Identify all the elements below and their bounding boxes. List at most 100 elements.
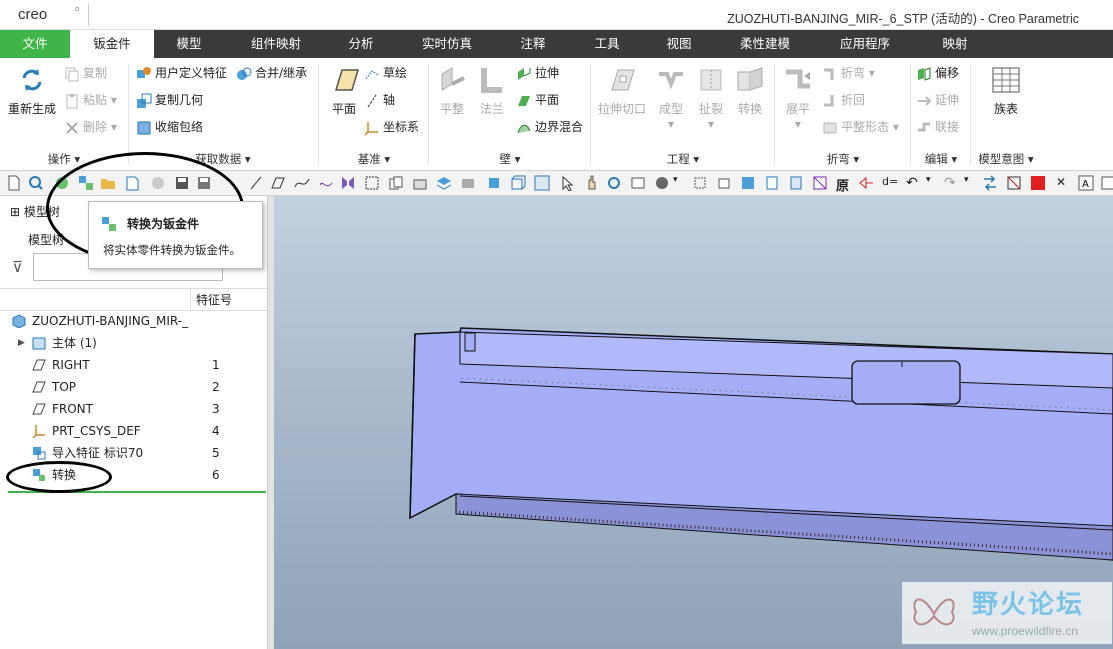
body-icon (32, 337, 46, 350)
tab-tools[interactable]: 工具 (584, 30, 630, 58)
tree-item-import[interactable]: 导入特征 标识70 5 (0, 442, 267, 464)
line-icon[interactable] (248, 175, 264, 191)
dropdown-arrow-icon[interactable]: ▾ (673, 175, 689, 191)
datum-plane-button[interactable]: 平面 (324, 64, 364, 117)
zoom-icon[interactable] (630, 175, 646, 191)
tab-analysis[interactable]: 分析 (336, 30, 386, 58)
tab-flexible-modeling[interactable]: 柔性建模 (730, 30, 800, 58)
bend-back-button[interactable]: 折回 (822, 89, 865, 111)
undo-dropdown-icon[interactable]: ▾ (926, 175, 942, 191)
tab-live-sim[interactable]: 实时仿真 (412, 30, 482, 58)
select-icon[interactable] (560, 175, 576, 191)
udf-button[interactable]: 用户定义特征 (136, 62, 227, 84)
copy-small-icon[interactable] (388, 175, 404, 191)
switch-window-icon[interactable] (982, 175, 998, 191)
join-button[interactable]: 联接 (916, 116, 959, 138)
tab-sheetmetal[interactable]: 钣金件 (70, 30, 154, 58)
pan-icon[interactable] (584, 175, 600, 191)
measure-icon[interactable] (364, 175, 380, 191)
redo-dropdown-icon[interactable]: ▾ (964, 175, 980, 191)
group-label-edit[interactable]: 编辑 ▾ (912, 151, 970, 167)
axis-button[interactable]: 轴 (364, 89, 395, 111)
parallelogram-icon[interactable] (270, 175, 286, 191)
shrinkwrap-button[interactable]: 收缩包络 (136, 116, 203, 138)
group-label-datum[interactable]: 基准 ▾ (320, 151, 428, 167)
group-label-wall[interactable]: 壁 ▾ (430, 151, 590, 167)
expand-arrow-icon[interactable]: ▶ (18, 332, 25, 354)
family-table-button[interactable]: 族表 (986, 64, 1026, 117)
spline-icon[interactable] (294, 175, 310, 191)
more-icon[interactable] (1100, 175, 1113, 191)
text-annotation-icon[interactable]: A (1078, 175, 1094, 191)
tree-item-front[interactable]: FRONT 3 (0, 398, 267, 420)
undo-icon[interactable]: ↶ (906, 175, 922, 191)
origin-text-icon[interactable]: 原 (836, 175, 852, 194)
convert-button[interactable]: 转换 (732, 64, 768, 117)
tree-item-csys[interactable]: PRT_CSYS_DEF 4 (0, 420, 267, 442)
new-file-icon[interactable] (6, 175, 22, 191)
display-style-icon[interactable] (812, 175, 828, 191)
flat-wall-button[interactable]: 平整 (434, 64, 470, 117)
hidden-line-icon[interactable] (692, 175, 708, 191)
curve-icon[interactable] (318, 175, 334, 191)
group-label-model-intent[interactable]: 模型意图 ▾ (972, 151, 1040, 167)
shade-sphere-icon[interactable] (654, 175, 670, 191)
tab-applications[interactable]: 应用程序 (830, 30, 900, 58)
cube-icon[interactable] (510, 175, 526, 191)
extend-button[interactable]: 延伸 (916, 89, 959, 111)
mirror-icon[interactable] (340, 175, 356, 191)
delete-button[interactable]: 删除 ▾ (64, 116, 117, 138)
flat-pattern-button[interactable]: 平整形态 ▾ (822, 116, 899, 138)
tree-item-body[interactable]: ▶ 主体 (1) (0, 332, 267, 354)
tab-annotate[interactable]: 注释 (510, 30, 556, 58)
regenerate-button[interactable]: 重新生成 (6, 64, 58, 117)
flange-wall-button[interactable]: 法兰 (474, 64, 510, 117)
copy-geometry-button[interactable]: 复制几何 (136, 89, 203, 111)
grid-icon[interactable] (1006, 175, 1022, 191)
extrude-cut-button[interactable]: 拉伸切口 (596, 64, 648, 117)
cube-active-icon[interactable] (534, 175, 550, 191)
color-swatch-icon[interactable] (1030, 175, 1046, 191)
rip-icon (695, 64, 727, 96)
offset-button[interactable]: 偏移 (916, 62, 959, 84)
dimension-text-icon[interactable]: d= (882, 175, 898, 191)
close-window-icon[interactable]: ✕ (1056, 175, 1072, 191)
panel-splitter[interactable] (267, 196, 274, 649)
csys-button[interactable]: 坐标系 (364, 116, 419, 138)
datum-display-icon[interactable] (858, 175, 874, 191)
rip-button[interactable]: 扯裂 ▾ (694, 64, 728, 131)
tree-item-root[interactable]: ZUOZHUTI-BANJING_MIR-_ (0, 310, 267, 332)
tree-item-right[interactable]: RIGHT 1 (0, 354, 267, 376)
sketch-view-icon[interactable] (486, 175, 502, 191)
tab-model[interactable]: 模型 (160, 30, 218, 58)
tab-component-map[interactable]: 组件映射 (240, 30, 312, 58)
sketch-button[interactable]: 草绘 (364, 62, 407, 84)
merge-inherit-button[interactable]: 合并/继承 (236, 62, 307, 84)
bend-button[interactable]: 折弯 ▾ (822, 62, 875, 84)
boundary-blend-button[interactable]: 边界混合 (516, 116, 583, 138)
extrude-wall-button[interactable]: 拉伸 (516, 62, 559, 84)
shell-icon[interactable] (412, 175, 428, 191)
sketch-icon (364, 66, 380, 82)
filter-icon[interactable]: ⊽ (12, 258, 23, 276)
unbend-button[interactable]: 展平 ▾ (780, 64, 816, 131)
copy-button[interactable]: 复制 (64, 62, 107, 84)
layer-icon[interactable] (436, 175, 452, 191)
section-icon[interactable] (764, 175, 780, 191)
appearance-icon[interactable] (788, 175, 804, 191)
spin-icon[interactable] (606, 175, 622, 191)
saved-views-icon[interactable] (740, 175, 756, 191)
block-icon[interactable] (460, 175, 476, 191)
tree-item-top[interactable]: TOP 2 (0, 376, 267, 398)
tab-view[interactable]: 视图 (656, 30, 702, 58)
redo-icon[interactable]: ↷ (944, 175, 960, 191)
open-file-icon[interactable] (28, 175, 44, 191)
group-label-bend[interactable]: 折弯 ▾ (776, 151, 910, 167)
tab-file[interactable]: 文件 (0, 30, 70, 58)
form-button[interactable]: 成型 ▾ (654, 64, 688, 131)
orient-icon[interactable] (716, 175, 732, 191)
planar-wall-button[interactable]: 平面 (516, 89, 559, 111)
group-label-engineering[interactable]: 工程 ▾ (592, 151, 774, 167)
tab-mapping[interactable]: 映射 (930, 30, 980, 58)
paste-button[interactable]: 粘贴 ▾ (64, 89, 117, 111)
